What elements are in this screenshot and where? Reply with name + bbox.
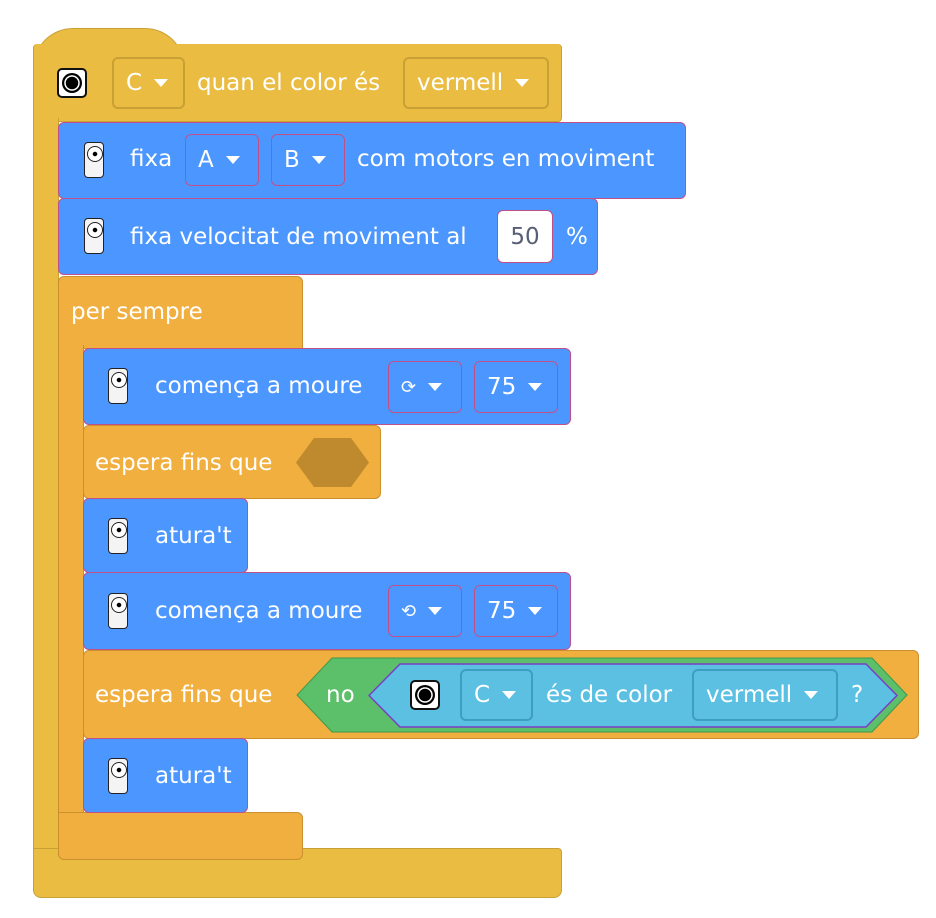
color-sensor-icon [57, 68, 87, 98]
stop-label: atura't [155, 523, 232, 549]
empty-boolean-slot[interactable] [296, 438, 369, 487]
set-motors-prefix: fixa [130, 146, 173, 172]
is-color-label: és de color [546, 682, 673, 708]
speed-value: 75 [487, 374, 517, 400]
chevron-down-icon [528, 383, 543, 391]
color-value: vermell [417, 70, 504, 96]
forever-bottom [58, 812, 303, 860]
hub-icon [84, 218, 104, 254]
wait-until-label: espera fins que [95, 682, 273, 708]
start-moving-label: comença a moure [155, 373, 363, 399]
port-value: C [126, 70, 143, 96]
chevron-down-icon [804, 691, 819, 699]
hub-icon [108, 518, 128, 554]
sensor-color-dropdown[interactable]: vermell [692, 669, 838, 721]
speed-input[interactable]: 50 [497, 210, 553, 263]
chevron-down-icon [154, 79, 169, 87]
port-value: C [474, 682, 491, 708]
hub-icon [108, 758, 128, 794]
set-motors-suffix: com motors en moviment [357, 146, 655, 172]
chevron-down-icon [502, 691, 517, 699]
sensor-port-dropdown[interactable]: C [460, 669, 533, 721]
counterclockwise-icon: ⟲ [401, 600, 417, 622]
speed-dropdown-2[interactable]: 75 [474, 585, 558, 637]
forever-label: per sempre [71, 299, 203, 325]
hat-color-dropdown[interactable]: vermell [403, 57, 549, 109]
direction-dropdown-1[interactable]: ⟳ [388, 361, 462, 413]
hub-icon [84, 142, 104, 178]
color-value: vermell [706, 682, 793, 708]
event-arm [33, 118, 59, 858]
speed-value: 75 [487, 598, 517, 624]
forever-arm [58, 345, 84, 815]
chevron-down-icon [225, 156, 240, 164]
hub-icon [108, 593, 128, 629]
chevron-down-icon [515, 79, 530, 87]
speed-unit: % [566, 224, 588, 250]
port2-value: B [284, 147, 300, 173]
motor-port1-dropdown[interactable]: A [185, 134, 259, 186]
chevron-down-icon [428, 383, 443, 391]
question-mark: ? [851, 682, 864, 708]
speed-dropdown-1[interactable]: 75 [474, 361, 558, 413]
stop-label: atura't [155, 763, 232, 789]
port1-value: A [198, 147, 214, 173]
motor-port2-dropdown[interactable]: B [271, 134, 345, 186]
clockwise-icon: ⟳ [401, 376, 417, 398]
hub-icon [108, 368, 128, 404]
direction-dropdown-2[interactable]: ⟲ [388, 585, 462, 637]
color-sensor-icon [410, 680, 440, 710]
hat-label: quan el color és [197, 70, 381, 96]
start-moving-label: comença a moure [155, 598, 363, 624]
chevron-down-icon [528, 607, 543, 615]
chevron-down-icon [311, 156, 326, 164]
not-label: no [326, 682, 355, 708]
chevron-down-icon [428, 607, 443, 615]
wait-until-label: espera fins que [95, 450, 273, 476]
set-speed-label: fixa velocitat de moviment al [130, 224, 467, 250]
hat-port-dropdown[interactable]: C [112, 57, 185, 109]
